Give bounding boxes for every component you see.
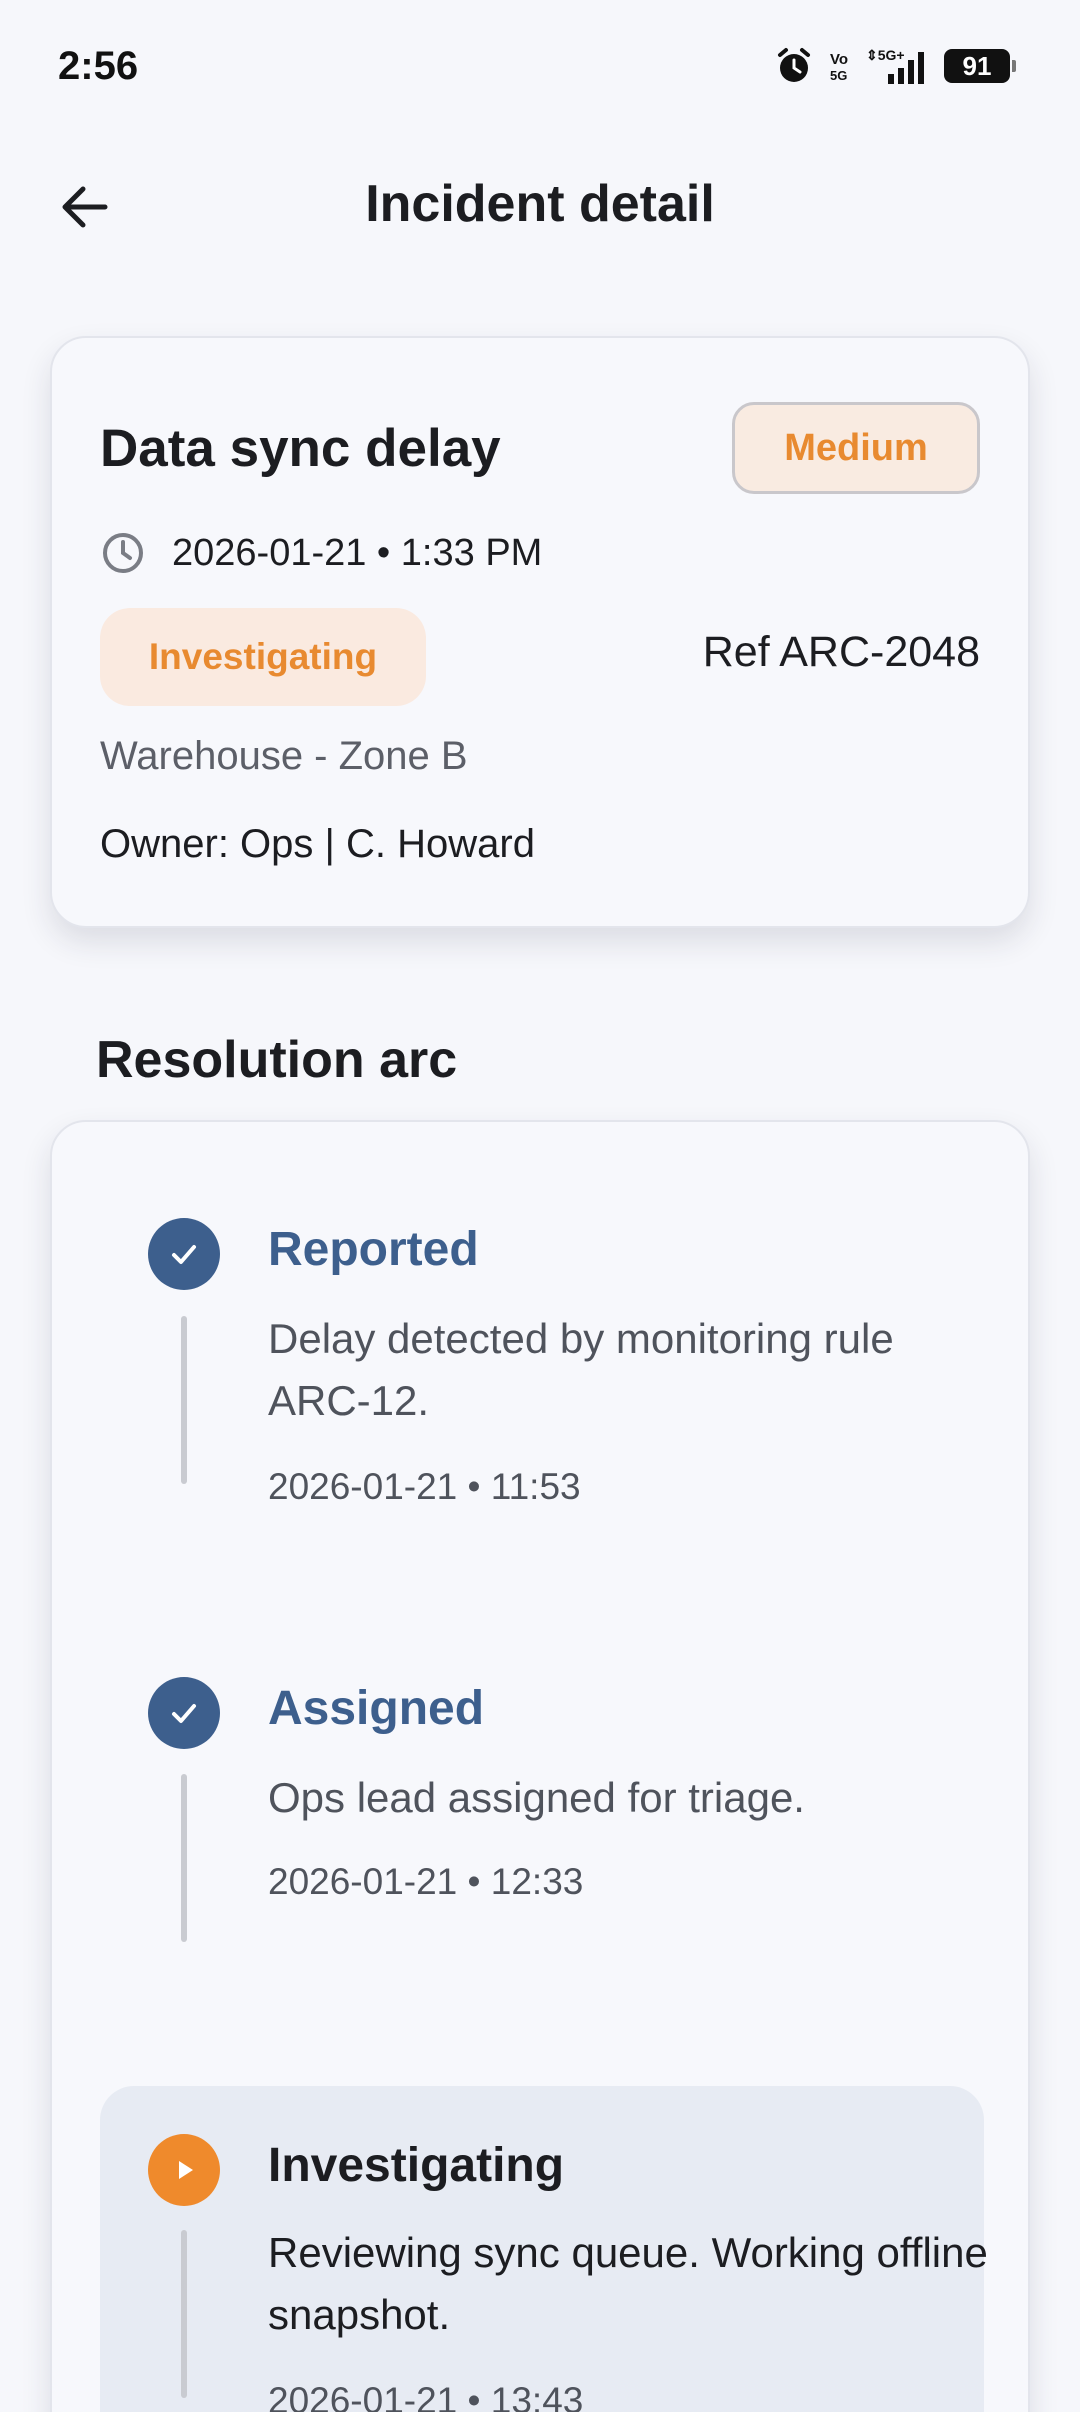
step-description: Delay detected by monitoring rule ARC-12… (268, 1315, 894, 1424)
incident-location: Warehouse - Zone B (100, 734, 468, 778)
battery-icon: 91 (944, 49, 1016, 83)
status-bar: 2:56 Vo 5G ⇕5G+ 91 (0, 0, 1080, 140)
step-title: Assigned (268, 1682, 485, 1735)
screen: 2:56 Vo 5G ⇕5G+ 91 Incident detail Data … (0, 0, 1080, 2412)
alarm-icon (774, 46, 814, 86)
step-time: 2026-01-21 • 11:53 (268, 1466, 581, 1507)
step-time: 2026-01-21 • 13:43 (268, 2380, 584, 2412)
5g-signal-icon: ⇕5G+ (866, 46, 930, 86)
check-icon (148, 1677, 220, 1749)
incident-datetime: 2026-01-21 • 1:33 PM (172, 531, 543, 574)
step-title: Reported (268, 1223, 479, 1276)
incident-title: Data sync delay (100, 419, 501, 478)
timeline-connector (181, 1316, 187, 1484)
timeline-connector (181, 1774, 187, 1942)
step-description: Ops lead assigned for triage. (268, 1774, 805, 1821)
severity-badge: Medium (732, 402, 980, 494)
svg-text:Vo: Vo (830, 51, 848, 68)
volte-icon: Vo 5G (828, 46, 852, 86)
status-time: 2:56 (58, 44, 139, 88)
step-time: 2026-01-21 • 12:33 (268, 1861, 584, 1902)
incident-owner: Owner: Ops | C. Howard (100, 822, 535, 866)
status-icons: Vo 5G ⇕5G+ 91 (774, 46, 1016, 86)
step-description: Reviewing sync queue. Working offline sn… (268, 2229, 988, 2338)
app-header: Incident detail (0, 150, 1080, 260)
step-title: Investigating (268, 2139, 565, 2192)
play-icon (148, 2134, 220, 2206)
svg-text:5G: 5G (830, 68, 847, 83)
page-title: Incident detail (365, 175, 715, 233)
timeline-connector (181, 2230, 187, 2398)
svg-text:⇕5G+: ⇕5G+ (866, 47, 905, 63)
incident-summary-card: Data sync delay Medium 2026-01-21 • 1:33… (50, 336, 1030, 928)
clock-icon (103, 533, 143, 573)
incident-datetime-row: 2026-01-21 • 1:33 PM (100, 530, 542, 576)
section-title: Resolution arc (96, 1031, 458, 1089)
resolution-timeline-card: Reported Delay detected by monitoring ru… (50, 1120, 1030, 2412)
incident-ref: Ref ARC-2048 (702, 628, 980, 676)
battery-level: 91 (962, 50, 992, 81)
status-chip: Investigating (100, 608, 426, 706)
check-icon (148, 1218, 220, 1290)
